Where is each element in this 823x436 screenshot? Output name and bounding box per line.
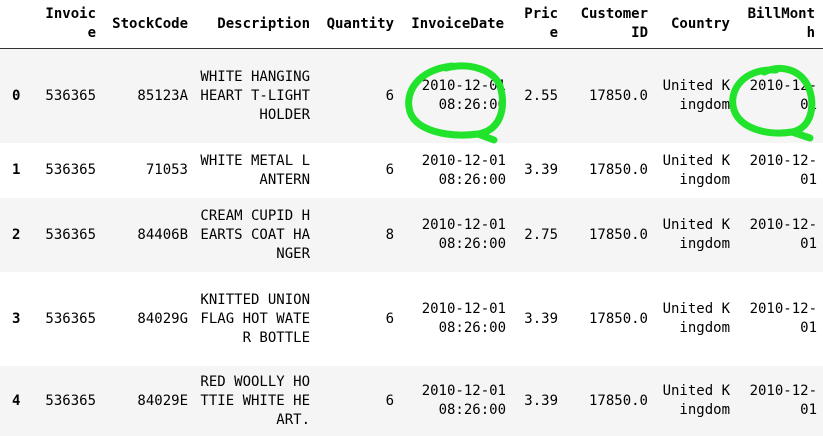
cell-country: United Kingdom	[662, 383, 730, 418]
cell-invoicedate: 2010-12-01 08:26:00	[421, 383, 506, 418]
highlight-invoicedate: InvoiceDate	[409, 15, 506, 34]
cell-description: CREAM CUPID HEARTS COAT HANGER	[200, 207, 310, 262]
table-row: 4 536365 84029E RED WOOLLY HOTTIE WHITE …	[0, 366, 823, 436]
dataframe-table: Invoice StockCode Description Quantity I…	[0, 0, 823, 436]
column-header-quantity: Quantity	[316, 0, 400, 49]
cell-billmonth: 2010-12-01	[749, 152, 817, 188]
table-row: 2 536365 84406B CREAM CUPID HEARTS COAT …	[0, 198, 823, 272]
cell-invoice: 536365	[45, 226, 96, 243]
index-header	[0, 0, 32, 49]
cell-invoice: 536365	[45, 392, 96, 409]
cell-description: WHITE METAL LANTERN	[200, 152, 310, 188]
cell-description: KNITTED UNION FLAG HOT WATER BOTTLE	[200, 291, 310, 346]
cell-description: RED WOOLLY HOTTIE WHITE HEART.	[200, 373, 310, 428]
cell-invoice: 536365	[45, 310, 96, 327]
cell-invoicedate: 2010-12-01 08:26:00	[421, 78, 506, 113]
header-row: Invoice StockCode Description Quantity I…	[0, 0, 823, 49]
cell-stockcode: 85123A	[137, 87, 188, 104]
cell-price: 3.39	[524, 162, 558, 178]
column-header-invoice: Invoice	[32, 0, 102, 49]
cell-billmonth: 2010-12-01	[749, 383, 817, 418]
cell-quantity: 6	[385, 392, 394, 409]
column-header-stockcode: StockCode	[102, 0, 194, 49]
row-index: 2	[12, 226, 21, 243]
cell-invoice: 536365	[45, 87, 96, 104]
column-header-invoicedate: InvoiceDate	[400, 0, 512, 49]
cell-price: 3.39	[524, 392, 558, 409]
column-header-description: Description	[194, 0, 316, 49]
row-index: 4	[12, 392, 21, 409]
cell-billmonth: 2010-12-01	[749, 78, 817, 113]
cell-billmonth: 2010-12-01	[749, 217, 817, 252]
cell-price: 2.75	[524, 226, 558, 243]
cell-customer: 17850.0	[588, 392, 648, 409]
cell-country: United Kingdom	[662, 301, 730, 336]
row-index: 1	[12, 162, 21, 178]
cell-invoicedate: 2010-12-01 08:26:00	[421, 152, 506, 188]
table-row: 3 536365 84029G KNITTED UNION FLAG HOT W…	[0, 272, 823, 366]
cell-invoice: 536365	[45, 162, 96, 178]
cell-quantity: 6	[385, 87, 394, 104]
cell-billmonth: 2010-12-01	[749, 301, 817, 336]
cell-stockcode: 84029G	[137, 310, 188, 327]
cell-quantity: 6	[385, 310, 394, 327]
cell-price: 2.55	[524, 87, 558, 104]
column-header-billmonth: BillMonth	[736, 0, 823, 49]
cell-stockcode: 71053	[145, 162, 188, 178]
cell-country: United Kingdom	[662, 78, 730, 113]
cell-quantity: 6	[385, 162, 394, 178]
table-row: 0 536365 85123A WHITE HANGING HEART T-LI…	[0, 48, 823, 143]
cell-country: United Kingdom	[662, 152, 730, 188]
cell-invoicedate: 2010-12-01 08:26:00	[421, 217, 506, 252]
cell-customer: 17850.0	[588, 226, 648, 243]
column-header-billmonth-label: BillMonth	[747, 6, 815, 41]
cell-quantity: 8	[385, 226, 394, 243]
column-header-invoicedate-label: InvoiceDate	[411, 15, 504, 32]
cell-description: WHITE HANGING HEART T-LIGHT HOLDER	[200, 68, 310, 123]
column-header-country: Country	[654, 0, 736, 49]
row-index: 0	[12, 87, 21, 104]
column-header-customer: Customer ID	[564, 0, 654, 49]
cell-customer: 17850.0	[588, 162, 648, 178]
cell-invoicedate: 2010-12-01 08:26:00	[421, 301, 506, 336]
row-index: 3	[12, 310, 21, 327]
cell-customer: 17850.0	[588, 87, 648, 104]
cell-stockcode: 84029E	[137, 392, 188, 409]
column-header-price: Price	[512, 0, 564, 49]
table-row: 1 536365 71053 WHITE METAL LANTERN 6 201…	[0, 143, 823, 198]
cell-stockcode: 84406B	[137, 226, 188, 243]
cell-country: United Kingdom	[662, 217, 730, 252]
highlight-billmonth: BillMonth	[742, 5, 817, 43]
cell-price: 3.39	[524, 310, 558, 327]
cell-customer: 17850.0	[588, 310, 648, 327]
